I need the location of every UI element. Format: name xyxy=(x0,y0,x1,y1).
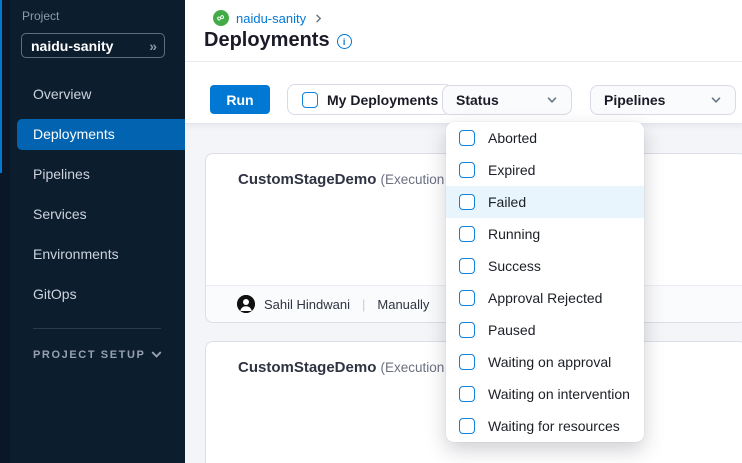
status-checkbox[interactable] xyxy=(459,290,475,306)
project-selector[interactable]: naidu-sanity » xyxy=(21,33,165,58)
pipelines-filter-label: Pipelines xyxy=(604,92,665,108)
status-checkbox[interactable] xyxy=(459,162,475,178)
status-option-waiting-on-approval[interactable]: Waiting on approval xyxy=(446,346,644,378)
pipelines-filter-dropdown[interactable]: Pipelines xyxy=(590,85,736,115)
status-option-label: Success xyxy=(488,258,541,274)
project-setup-label: PROJECT SETUP xyxy=(33,349,146,361)
status-checkbox[interactable] xyxy=(459,130,475,146)
sidebar-item-label: Deployments xyxy=(33,126,115,142)
sidebar-item-gitops[interactable]: GitOps xyxy=(0,274,185,314)
project-setup-toggle[interactable]: PROJECT SETUP xyxy=(33,348,163,361)
info-icon[interactable]: i xyxy=(337,34,352,49)
sidebar-item-label: Overview xyxy=(33,86,91,102)
cd-module-icon: ∞ xyxy=(213,10,229,26)
title-row: Deployments i xyxy=(204,29,352,52)
project-label: Project xyxy=(22,9,59,23)
status-option-label: Approval Rejected xyxy=(488,290,602,306)
status-option-waiting-on-intervention[interactable]: Waiting on intervention xyxy=(446,378,644,410)
my-deployments-toggle[interactable]: My Deployments xyxy=(287,84,453,115)
status-filter-menu: Aborted Expired Failed Running Success A… xyxy=(446,122,644,442)
status-option-success[interactable]: Success xyxy=(446,250,644,282)
chevron-down-icon xyxy=(150,348,163,361)
status-option-label: Failed xyxy=(488,194,526,210)
my-deployments-checkbox[interactable] xyxy=(302,92,318,108)
status-checkbox[interactable] xyxy=(459,386,475,402)
page-header: ∞ naidu-sanity Deployments i xyxy=(185,0,742,62)
status-filter-dropdown[interactable]: Status xyxy=(442,85,572,115)
status-option-expired[interactable]: Expired xyxy=(446,154,644,186)
my-deployments-label: My Deployments xyxy=(327,92,438,108)
pipeline-name: CustomStageDemo xyxy=(238,171,376,188)
sidebar-item-label: GitOps xyxy=(33,286,77,302)
sidebar-item-deployments[interactable]: Deployments xyxy=(17,119,185,150)
status-filter-label: Status xyxy=(456,92,499,108)
status-option-running[interactable]: Running xyxy=(446,218,644,250)
status-option-label: Waiting on intervention xyxy=(488,386,630,402)
sidebar-nav: Overview Deployments Pipelines Services … xyxy=(0,74,185,314)
sidebar-item-label: Services xyxy=(33,206,87,222)
sidebar-divider xyxy=(33,328,161,329)
trigger-type: Manually xyxy=(377,297,429,312)
status-option-label: Paused xyxy=(488,322,535,338)
sidebar: Project naidu-sanity » Overview Deployme… xyxy=(0,0,185,463)
sidebar-item-environments[interactable]: Environments xyxy=(0,234,185,274)
status-option-label: Waiting on approval xyxy=(488,354,611,370)
toolbar: Run My Deployments Status Pipelines xyxy=(185,62,742,124)
infinity-glyph: ∞ xyxy=(215,11,227,24)
status-checkbox[interactable] xyxy=(459,354,475,370)
sidebar-item-label: Environments xyxy=(33,246,119,262)
footer-separator: | xyxy=(362,297,365,312)
status-option-label: Aborted xyxy=(488,130,537,146)
status-option-aborted[interactable]: Aborted xyxy=(446,122,644,154)
chevron-right-icon xyxy=(313,13,324,24)
status-checkbox[interactable] xyxy=(459,194,475,210)
status-checkbox[interactable] xyxy=(459,418,475,434)
project-selector-value: naidu-sanity xyxy=(31,38,113,54)
sidebar-item-services[interactable]: Services xyxy=(0,194,185,234)
status-checkbox[interactable] xyxy=(459,322,475,338)
status-option-paused[interactable]: Paused xyxy=(446,314,644,346)
status-option-label: Running xyxy=(488,226,540,242)
sidebar-item-overview[interactable]: Overview xyxy=(0,74,185,114)
status-checkbox[interactable] xyxy=(459,258,475,274)
status-option-label: Expired xyxy=(488,162,535,178)
breadcrumb-project-link[interactable]: naidu-sanity xyxy=(236,11,306,26)
breadcrumb: ∞ naidu-sanity xyxy=(213,10,324,26)
chevron-down-icon xyxy=(546,94,558,106)
status-checkbox[interactable] xyxy=(459,226,475,242)
run-button[interactable]: Run xyxy=(210,85,270,114)
sidebar-item-label: Pipelines xyxy=(33,166,90,182)
user-avatar-icon xyxy=(237,295,255,313)
status-option-label: Waiting for resources xyxy=(488,418,620,434)
sidebar-item-pipelines[interactable]: Pipelines xyxy=(0,154,185,194)
chevron-down-icon xyxy=(710,94,722,106)
page-title: Deployments xyxy=(204,29,330,52)
status-option-approval-rejected[interactable]: Approval Rejected xyxy=(446,282,644,314)
main-area: ∞ naidu-sanity Deployments i Run My Depl… xyxy=(185,0,742,463)
pipeline-name: CustomStageDemo xyxy=(238,359,376,376)
triggered-by-user: Sahil Hindwani xyxy=(264,297,350,312)
status-option-failed[interactable]: Failed xyxy=(446,186,644,218)
status-option-waiting-for-resources[interactable]: Waiting for resources xyxy=(446,410,644,442)
double-chevron-right-icon[interactable]: » xyxy=(149,39,155,53)
